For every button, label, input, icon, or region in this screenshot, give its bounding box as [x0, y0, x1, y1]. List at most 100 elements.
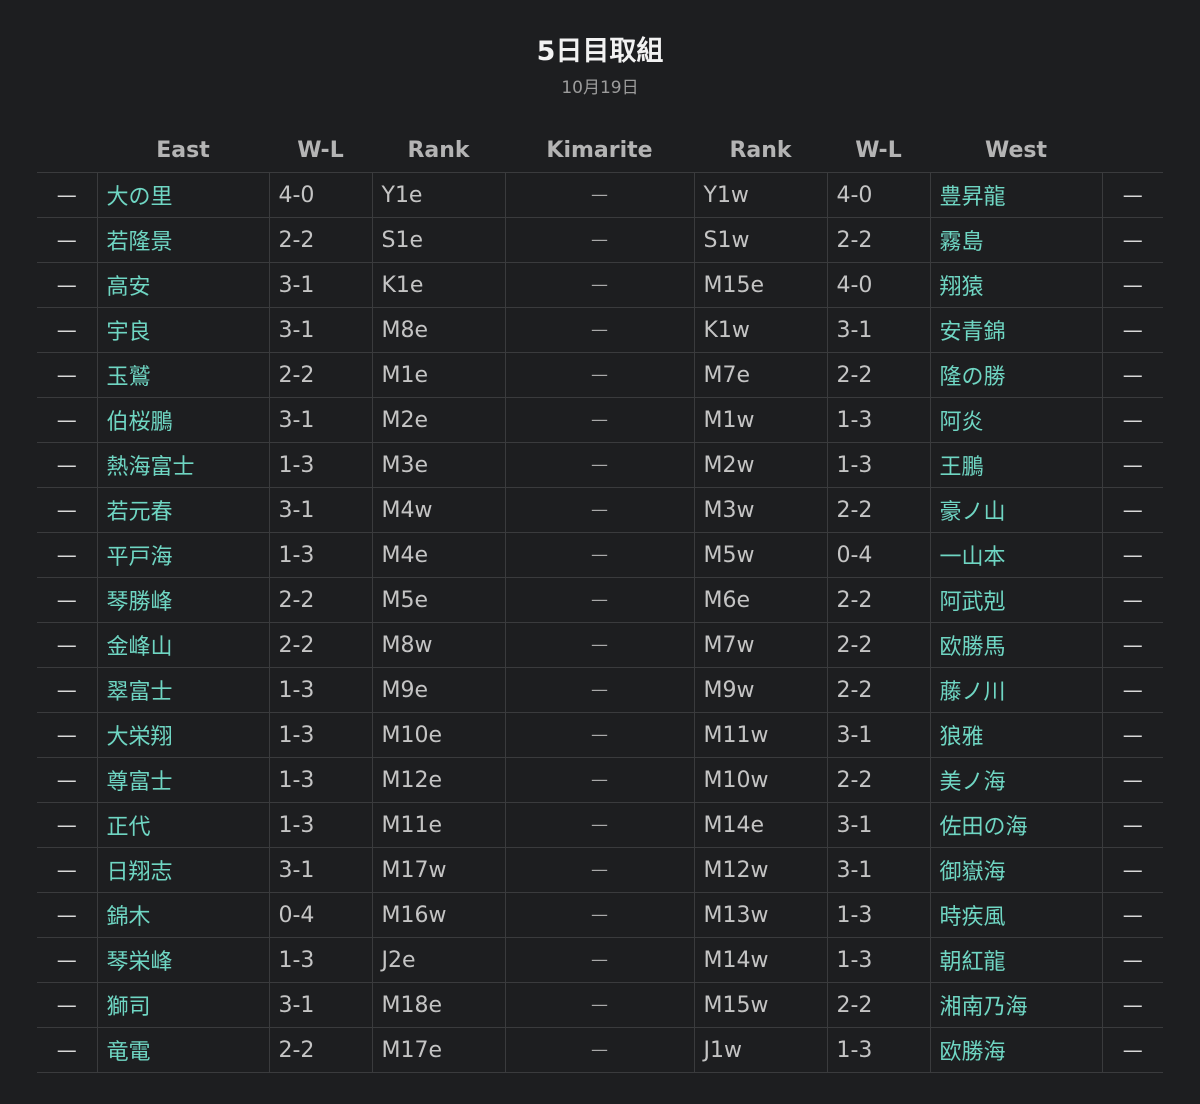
west-result-mark: —	[1101, 1027, 1163, 1073]
kimarite: —	[504, 757, 694, 803]
kimarite: —	[504, 937, 694, 983]
west-rikishi-name[interactable]: 佐田の海	[929, 802, 1102, 848]
east-result-mark: —	[37, 397, 97, 443]
west-rikishi-name[interactable]: 阿炎	[929, 397, 1102, 443]
east-rank: M3e	[371, 442, 505, 488]
west-rikishi-name[interactable]: 一山本	[929, 532, 1102, 578]
east-rikishi-name[interactable]: 竜電	[96, 1027, 269, 1073]
east-rikishi-name[interactable]: 翠富士	[96, 667, 269, 713]
table-row: — 尊富士 1-3 M12e — M10w 2-2 美ノ海 —	[37, 757, 1163, 803]
table-row: — 翠富士 1-3 M9e — M9w 2-2 藤ノ川 —	[37, 667, 1163, 713]
west-rikishi-name[interactable]: 狼雅	[929, 712, 1102, 758]
west-rank: S1w	[693, 217, 827, 263]
east-rank: K1e	[371, 262, 505, 308]
west-rikishi-name[interactable]: 欧勝海	[929, 1027, 1102, 1073]
east-rank: M10e	[371, 712, 505, 758]
table-row: — 若元春 3-1 M4w — M3w 2-2 豪ノ山 —	[37, 487, 1163, 533]
west-rikishi-name[interactable]: 豊昇龍	[929, 172, 1102, 218]
east-rikishi-name[interactable]: 大の里	[96, 172, 269, 218]
west-rank: M15e	[693, 262, 827, 308]
east-win-loss: 2-2	[268, 577, 372, 623]
west-result-mark: —	[1101, 352, 1163, 398]
east-rikishi-name[interactable]: 金峰山	[96, 622, 269, 668]
page-title: 5日目取組	[536, 36, 664, 67]
east-rikishi-name[interactable]: 若元春	[96, 487, 269, 533]
west-rikishi-name[interactable]: 豪ノ山	[929, 487, 1102, 533]
east-rikishi-name[interactable]: 日翔志	[96, 847, 269, 893]
east-rank: M12e	[371, 757, 505, 803]
header-west: West	[930, 128, 1102, 173]
west-win-loss: 3-1	[826, 307, 930, 353]
table-row: — 日翔志 3-1 M17w — M12w 3-1 御嶽海 —	[37, 847, 1163, 893]
east-rikishi-name[interactable]: 平戸海	[96, 532, 269, 578]
west-win-loss: 2-2	[826, 757, 930, 803]
east-win-loss: 3-1	[268, 847, 372, 893]
west-win-loss: 4-0	[826, 262, 930, 308]
east-result-mark: —	[37, 712, 97, 758]
page-date: 10月19日	[561, 78, 639, 98]
west-rikishi-name[interactable]: 欧勝馬	[929, 622, 1102, 668]
torikumi-card: 5日目取組 10月19日 East W-L Rank Kimarite Rank…	[0, 0, 1200, 1104]
west-rikishi-name[interactable]: 隆の勝	[929, 352, 1102, 398]
west-rank: J1w	[693, 1027, 827, 1073]
west-rikishi-name[interactable]: 藤ノ川	[929, 667, 1102, 713]
west-win-loss: 2-2	[826, 217, 930, 263]
east-rikishi-name[interactable]: 琴勝峰	[96, 577, 269, 623]
west-rikishi-name[interactable]: 朝紅龍	[929, 937, 1102, 983]
east-win-loss: 3-1	[268, 262, 372, 308]
west-rank: M9w	[693, 667, 827, 713]
west-result-mark: —	[1101, 532, 1163, 578]
east-rikishi-name[interactable]: 錦木	[96, 892, 269, 938]
west-rikishi-name[interactable]: 翔猿	[929, 262, 1102, 308]
west-rikishi-name[interactable]: 美ノ海	[929, 757, 1102, 803]
west-result-mark: —	[1101, 217, 1163, 263]
east-rikishi-name[interactable]: 獅司	[96, 982, 269, 1028]
page-header: 5日目取組 10月19日	[0, 30, 1200, 100]
west-win-loss: 1-3	[826, 892, 930, 938]
west-rank: M11w	[693, 712, 827, 758]
west-rikishi-name[interactable]: 霧島	[929, 217, 1102, 263]
east-rikishi-name[interactable]: 高安	[96, 262, 269, 308]
west-win-loss: 1-3	[826, 1027, 930, 1073]
table-row: — 玉鷲 2-2 M1e — M7e 2-2 隆の勝 —	[37, 352, 1163, 398]
west-result-mark: —	[1101, 622, 1163, 668]
west-rank: M10w	[693, 757, 827, 803]
east-rikishi-name[interactable]: 尊富士	[96, 757, 269, 803]
table-row: — 熱海富士 1-3 M3e — M2w 1-3 王鵬 —	[37, 442, 1163, 488]
west-result-mark: —	[1101, 577, 1163, 623]
east-win-loss: 1-3	[268, 937, 372, 983]
west-rikishi-name[interactable]: 時疾風	[929, 892, 1102, 938]
kimarite: —	[504, 172, 694, 218]
west-rikishi-name[interactable]: 王鵬	[929, 442, 1102, 488]
west-rikishi-name[interactable]: 阿武剋	[929, 577, 1102, 623]
west-win-loss: 2-2	[826, 487, 930, 533]
table-row: — 竜電 2-2 M17e — J1w 1-3 欧勝海 —	[37, 1027, 1163, 1073]
west-result-mark: —	[1101, 487, 1163, 533]
east-rikishi-name[interactable]: 正代	[96, 802, 269, 848]
east-win-loss: 1-3	[268, 802, 372, 848]
west-win-loss: 1-3	[826, 397, 930, 443]
east-rikishi-name[interactable]: 大栄翔	[96, 712, 269, 758]
west-rikishi-name[interactable]: 安青錦	[929, 307, 1102, 353]
west-rikishi-name[interactable]: 御嶽海	[929, 847, 1102, 893]
east-rikishi-name[interactable]: 熱海富士	[96, 442, 269, 488]
east-rikishi-name[interactable]: 玉鷲	[96, 352, 269, 398]
east-rikishi-name[interactable]: 若隆景	[96, 217, 269, 263]
west-result-mark: —	[1101, 847, 1163, 893]
east-rikishi-name[interactable]: 伯桜鵬	[96, 397, 269, 443]
kimarite: —	[504, 307, 694, 353]
table-row: — 大栄翔 1-3 M10e — M11w 3-1 狼雅 —	[37, 712, 1163, 758]
east-rikishi-name[interactable]: 琴栄峰	[96, 937, 269, 983]
east-result-mark: —	[37, 487, 97, 533]
west-win-loss: 3-1	[826, 847, 930, 893]
west-rikishi-name[interactable]: 湘南乃海	[929, 982, 1102, 1028]
east-win-loss: 1-3	[268, 667, 372, 713]
header-west-rank: Rank	[694, 128, 827, 173]
kimarite: —	[504, 892, 694, 938]
east-win-loss: 3-1	[268, 487, 372, 533]
west-win-loss: 2-2	[826, 982, 930, 1028]
east-win-loss: 1-3	[268, 532, 372, 578]
east-rikishi-name[interactable]: 宇良	[96, 307, 269, 353]
table-row: — 正代 1-3 M11e — M14e 3-1 佐田の海 —	[37, 802, 1163, 848]
header-east-rank: Rank	[372, 128, 505, 173]
